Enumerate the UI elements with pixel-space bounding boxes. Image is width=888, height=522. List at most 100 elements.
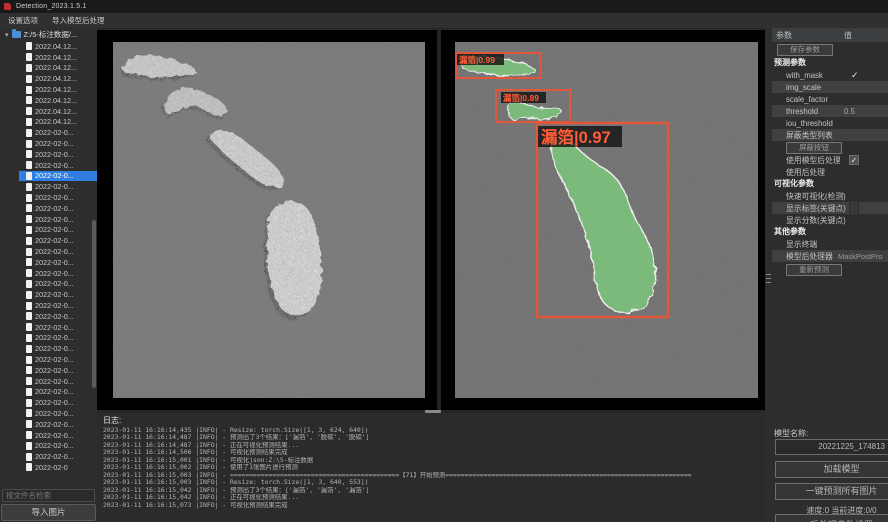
log-title: 日志: <box>97 413 765 427</box>
tree-item[interactable]: 2022-02-0... <box>19 440 97 451</box>
tree-item[interactable]: 2022-02-0... <box>19 279 97 290</box>
predict-all-button[interactable]: 一键预测所有图片 <box>775 483 888 500</box>
file-icon <box>26 442 32 450</box>
param-row-fast-vis[interactable]: 快速可视化(检测) <box>772 190 888 202</box>
tree-root-label: Z:/5-标注数据/... <box>24 29 78 40</box>
log-panel: 日志: 2023-01-11 16:16:14,435 |INFO| - Res… <box>97 413 765 522</box>
tree-item[interactable]: 2022-02-0... <box>19 171 97 182</box>
model-name-field[interactable]: 20221225_174813 <box>775 439 888 455</box>
tree-item[interactable]: 2022-02-0... <box>19 246 97 257</box>
repredict-button[interactable]: 重新预测 <box>786 264 842 276</box>
file-icon <box>26 269 32 277</box>
mask-button[interactable]: 屏蔽按钮 <box>786 142 842 154</box>
save-params-button[interactable]: 保存参数 <box>777 44 833 56</box>
checkbox-checked-icon[interactable]: ✓ <box>849 155 859 165</box>
threshold-value: 0.5 <box>844 107 855 116</box>
model-name-label: 模型名称: <box>774 428 808 439</box>
file-icon <box>26 237 32 245</box>
tree-item[interactable]: 2022-02-0... <box>19 181 97 192</box>
menu-item-import-postprocess[interactable]: 导入模型后处理 <box>52 15 105 26</box>
tree-item[interactable]: 2022-02-0... <box>19 203 97 214</box>
param-row-show-score[interactable]: 显示分数(关键点) <box>772 214 888 226</box>
tree-item[interactable]: 2022.04.12... <box>19 52 97 63</box>
tree-item[interactable]: 2022-02-0... <box>19 365 97 376</box>
tree-item[interactable]: 2022-02-0... <box>19 300 97 311</box>
original-image-viewport[interactable] <box>97 30 437 410</box>
param-row-with-mask[interactable]: with_mask ✓ <box>772 69 888 81</box>
tree-root[interactable]: ▾ Z:/5-标注数据/... <box>0 28 97 41</box>
tree-item[interactable]: 2022.04.12... <box>19 106 97 117</box>
param-row-img-scale[interactable]: img_scale <box>772 81 888 93</box>
tree-scrollbar[interactable] <box>92 220 96 388</box>
app-icon <box>4 3 11 10</box>
tree-item[interactable]: 2022-02-0... <box>19 225 97 236</box>
tree-item[interactable]: 2022-02-0... <box>19 376 97 387</box>
file-icon <box>26 291 32 299</box>
param-row-mask-type-list[interactable]: 屏蔽类型列表 <box>772 129 888 141</box>
param-row-model-post-processor[interactable]: 模型后处理器 MaskPostPro <box>772 250 888 262</box>
tree-item[interactable]: 2022-02-0... <box>19 322 97 333</box>
tree-item[interactable]: 2022-02-0... <box>19 257 97 268</box>
param-row-use-post[interactable]: 使用后处理 <box>772 166 888 178</box>
tree-item[interactable]: 2022-02-0... <box>19 149 97 160</box>
tree-item[interactable]: 2022.04.12... <box>19 73 97 84</box>
param-row-threshold[interactable]: threshold 0.5 <box>772 105 888 117</box>
file-icon <box>26 129 32 137</box>
file-icon <box>26 302 32 310</box>
log-line: 2023-01-11 16:16:14,435 |INFO| - Resize:… <box>103 427 765 434</box>
param-row-scale-factor[interactable]: scale_factor <box>772 93 888 105</box>
tree-item[interactable]: 2022-02-0... <box>19 343 97 354</box>
tree-item[interactable]: 2022-02-0... <box>19 430 97 441</box>
tree-item[interactable]: 2022.04.12... <box>19 84 97 95</box>
tree-item[interactable]: 2022-02-0... <box>19 311 97 322</box>
original-image <box>113 42 425 398</box>
tree-item[interactable]: 2022-02-0... <box>19 397 97 408</box>
param-row-use-model-post[interactable]: 使用模型后处理 ✓ <box>772 154 888 166</box>
param-row-show-label[interactable]: 显示标签(关键点) <box>772 202 888 214</box>
params-col-param: 参数 <box>772 30 844 41</box>
file-icon <box>26 312 32 320</box>
file-icon <box>26 226 32 234</box>
params-splitter[interactable] <box>765 28 772 522</box>
checkbox-empty-icon[interactable] <box>849 203 859 213</box>
tree-item[interactable]: 2022-02-0... <box>19 419 97 430</box>
tree-item[interactable]: 2022-02-0... <box>19 127 97 138</box>
param-row-iou-threshold[interactable]: iou_threshold <box>772 117 888 129</box>
tree-item[interactable]: 2022-02-0... <box>19 235 97 246</box>
file-icon <box>26 334 32 342</box>
import-images-button[interactable]: 导入图片 <box>1 504 96 521</box>
tree-item[interactable]: 2022-02-0... <box>19 451 97 462</box>
tree-item[interactable]: 2022-02-0... <box>19 408 97 419</box>
tree-item[interactable]: 2022-02-0... <box>19 192 97 203</box>
section-vis-params: 可视化参数 <box>772 178 888 190</box>
search-input[interactable] <box>2 489 95 502</box>
detection-label: 漏箔|0.89 <box>503 93 539 103</box>
params-panel: 参数 值 保存参数 预测参数 with_mask ✓ img_scale sca… <box>772 28 888 522</box>
tree-item[interactable]: 2022-02-0... <box>19 354 97 365</box>
post-settings-button[interactable]: 后处理参数设置 <box>775 514 888 522</box>
param-row-show-terminal[interactable]: 显示终端 <box>772 238 888 250</box>
tree-item[interactable]: 2022-02-0... <box>19 333 97 344</box>
prediction-image-viewport[interactable]: 漏箔|0.99 漏箔|0.89 漏箔|0.97 <box>441 30 765 410</box>
tree-item[interactable]: 2022-02-0... <box>19 387 97 398</box>
log-line: 2023-01-11 16:16:15,003 |INFO| - Resize:… <box>103 479 765 486</box>
tree-item[interactable]: 2022-02-0... <box>19 160 97 171</box>
menu-bar: 设置选项 导入模型后处理 <box>0 13 888 29</box>
tree-item[interactable]: 2022-02-0... <box>19 289 97 300</box>
load-model-button[interactable]: 加载模型 <box>775 461 888 478</box>
tree-item[interactable]: 2022.04.12... <box>19 63 97 74</box>
tree-item[interactable]: 2022.04.12... <box>19 95 97 106</box>
file-icon <box>26 75 32 83</box>
tree-item[interactable]: 2022.04.12... <box>19 41 97 52</box>
tree-item[interactable]: 2022-02-0... <box>19 214 97 225</box>
chevron-down-icon[interactable]: ▾ <box>5 31 9 39</box>
file-icon <box>26 194 32 202</box>
file-icon <box>26 150 32 158</box>
tree-item[interactable]: 2022-02-0 <box>19 462 97 473</box>
menu-item-settings[interactable]: 设置选项 <box>8 15 38 26</box>
tree-item[interactable]: 2022.04.12... <box>19 117 97 128</box>
tree-item[interactable]: 2022-02-0... <box>19 268 97 279</box>
tree-item[interactable]: 2022-02-0... <box>19 138 97 149</box>
log-line: 2023-01-11 16:16:14,487 |INFO| - 正在可视化预测… <box>103 442 765 449</box>
app-title: Detection_2023.1.5.1 <box>16 3 87 10</box>
